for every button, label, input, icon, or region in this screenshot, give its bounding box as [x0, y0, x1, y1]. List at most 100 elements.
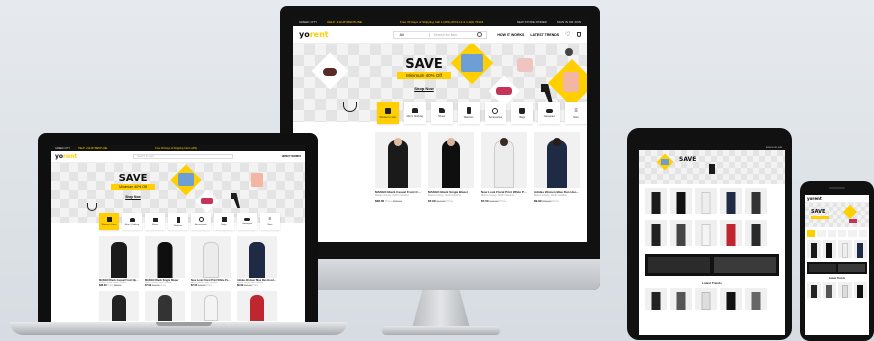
model-figure — [726, 292, 736, 310]
shop-now-link[interactable]: Shop Now — [111, 195, 155, 199]
category-shoes[interactable] — [827, 230, 836, 237]
trend-card[interactable] — [822, 282, 836, 298]
site-logo[interactable]: yorent — [299, 30, 329, 39]
product-card[interactable] — [695, 188, 717, 214]
model-head — [500, 138, 508, 146]
price-label: Price — [552, 199, 560, 203]
help-line[interactable]: HELP: 212-MYRENTLINE — [78, 147, 107, 150]
product-card[interactable] — [145, 291, 185, 321]
product-card[interactable] — [720, 188, 742, 214]
site-logo[interactable]: yorent — [807, 196, 822, 201]
search-input[interactable]: Search for item — [430, 33, 478, 37]
trend-card[interactable] — [745, 288, 767, 310]
price-label: Price — [206, 284, 213, 287]
trend-card[interactable] — [670, 288, 692, 310]
product-card[interactable] — [645, 220, 667, 246]
help-line[interactable]: HELP: 212-MYRENTLINE — [327, 20, 362, 24]
price-label: Price — [107, 284, 114, 287]
shirt-icon — [411, 108, 418, 113]
product-card[interactable]: MANGO Black Single Blazer Marco County, … — [145, 236, 185, 287]
latest-trends-link[interactable]: LATEST TRENDS — [530, 33, 559, 37]
product-card[interactable]: MANGO Black Single Blazer Marco County, … — [428, 132, 474, 203]
category-shoes[interactable]: Shoes — [430, 102, 453, 124]
product-card[interactable] — [853, 240, 867, 258]
category-watches[interactable]: Watches — [168, 213, 188, 230]
product-card[interactable] — [838, 240, 852, 258]
product-card[interactable] — [695, 220, 717, 246]
model-figure — [157, 242, 173, 278]
shoe-icon — [438, 108, 445, 113]
category-womens[interactable]: Women's Lines — [99, 213, 119, 230]
product-card[interactable] — [807, 240, 821, 258]
product-card[interactable] — [720, 220, 742, 246]
trend-card[interactable] — [807, 282, 821, 298]
product-card[interactable] — [645, 188, 667, 214]
category-womens[interactable] — [807, 230, 816, 237]
category-more[interactable]: ≡ More — [260, 213, 280, 230]
location-link[interactable]: GREEK CITY — [299, 20, 317, 24]
trend-card[interactable] — [720, 288, 742, 310]
category-watches[interactable]: Watches — [457, 102, 480, 124]
model-figure — [841, 285, 848, 298]
shop-now-link[interactable]: Shop Now — [397, 86, 451, 91]
model-head — [553, 138, 561, 146]
product-card[interactable] — [237, 291, 277, 321]
product-card[interactable] — [745, 220, 767, 246]
product-card[interactable] — [99, 291, 139, 321]
category-bags[interactable]: Bags — [511, 102, 534, 124]
category-womens[interactable]: Women's Lines — [377, 102, 399, 124]
site-logo[interactable]: yorent — [55, 153, 77, 160]
shoe-icon — [152, 217, 158, 222]
category-accessories[interactable]: Accessories — [484, 102, 507, 124]
category-mens[interactable]: Men's Clothing — [122, 213, 142, 230]
how-it-works-link[interactable]: HOW IT WORKS — [497, 33, 524, 37]
product-card[interactable] — [670, 220, 692, 246]
category-watches[interactable] — [837, 230, 847, 237]
product-card[interactable]: Adidas Women Blue Run Hooded S... Marco … — [237, 236, 277, 287]
denim-jacket-image — [661, 159, 669, 165]
trend-card[interactable] — [645, 288, 667, 310]
product-card[interactable]: Now Look Floral Print White Polyest... M… — [481, 132, 527, 203]
promo-image — [714, 257, 776, 273]
product-brand: Marco County, North Carolina — [481, 194, 514, 197]
product-card[interactable]: Now Look Floral Print White Polyest... M… — [191, 236, 231, 287]
heart-icon[interactable]: ♡ — [565, 31, 570, 38]
category-mens[interactable] — [817, 230, 826, 237]
product-card[interactable]: MANGO Black Casual Front Open S... Mango… — [99, 236, 139, 287]
search-input[interactable]: Search for item — [133, 154, 234, 159]
category-select[interactable]: All — [394, 32, 430, 37]
trend-card[interactable] — [695, 288, 717, 310]
search-icon[interactable] — [477, 32, 483, 37]
product-photo — [428, 132, 474, 188]
trend-card[interactable] — [838, 282, 852, 298]
heels-image — [231, 193, 240, 208]
product-card[interactable] — [670, 188, 692, 214]
category-bags[interactable]: Bags — [214, 213, 234, 230]
sign-in-link[interactable]: SIGN IN OR JOIN — [557, 20, 581, 24]
product-card[interactable]: MANGO Black Casual Front Open S... Mango… — [375, 132, 421, 203]
category-accessories[interactable]: Accessories — [191, 213, 211, 230]
logo-text-left: yo — [299, 30, 310, 39]
store-finder-link[interactable]: NEW STORE FINDER — [517, 20, 547, 24]
category-shoes[interactable]: Shoes — [145, 213, 165, 230]
how-it-works-link[interactable]: HOW IT WORKS — [282, 155, 301, 158]
product-card[interactable]: Adidas Women Blue Run Hooded S... Marco … — [534, 132, 580, 203]
laptop-notch — [156, 322, 212, 326]
category-accessories[interactable] — [848, 230, 857, 237]
sign-in-link[interactable]: SIGN IN OR JOIN — [766, 147, 782, 149]
cart-icon[interactable] — [576, 32, 581, 37]
category-mens[interactable]: Men's Clothing — [403, 102, 426, 124]
category-gamepad[interactable]: Gamepad — [538, 102, 561, 124]
promo-strip — [645, 254, 779, 276]
logo-text-right: rent — [309, 30, 329, 39]
product-card[interactable] — [822, 240, 836, 258]
product-card[interactable] — [745, 188, 767, 214]
trend-card[interactable] — [853, 282, 867, 298]
product-card[interactable] — [191, 291, 231, 321]
search-bar: All Search for item — [392, 30, 488, 39]
category-more[interactable] — [858, 230, 867, 237]
location-link[interactable]: GREEK CITY — [55, 147, 70, 150]
desktop-monitor: GREEK CITY HELP: 212-MYRENTLINE Free 30 … — [280, 6, 600, 290]
category-gamepad[interactable]: Gamepad — [237, 213, 257, 230]
category-more[interactable]: ≡ More — [565, 102, 587, 124]
